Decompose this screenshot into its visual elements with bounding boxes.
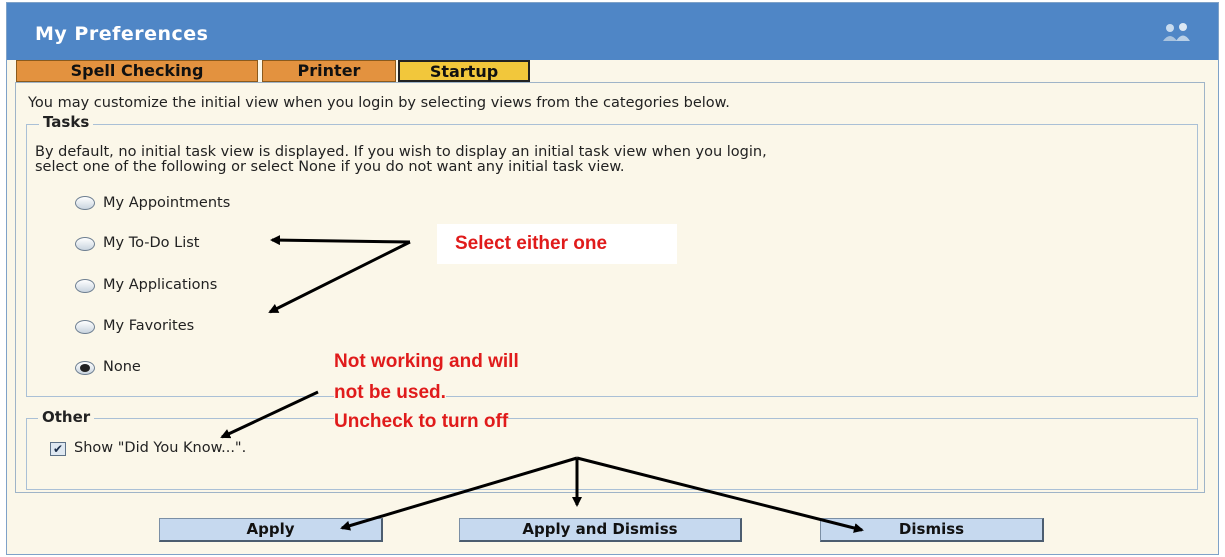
radio-my-to-do-list[interactable] [75,237,95,251]
window-title: My Preferences [35,23,209,45]
radio-my-applications[interactable] [75,279,95,293]
label-my-appointments: My Appointments [103,195,231,211]
label-my-to-do-list: My To-Do List [103,235,200,251]
annotation-note-line2: not be used. [334,382,446,404]
apply-and-dismiss-button[interactable]: Apply and Dismiss [459,518,742,542]
tab-spell-checking[interactable]: Spell Checking [16,60,258,82]
did-you-know-checkbox[interactable]: ✔ [50,442,66,456]
label-my-favorites: My Favorites [103,318,195,334]
select-either-callout: Select either one [437,224,677,264]
tab-startup[interactable]: Startup [398,60,530,82]
dismiss-button[interactable]: Dismiss [820,518,1044,542]
tab-printer[interactable]: Printer [262,60,396,82]
annotation-note-line1: Not working and will [334,351,519,373]
did-you-know-label: Show "Did You Know...". [74,440,247,456]
tasks-description-line2: select one of the following or select No… [35,159,625,175]
intro-text: You may customize the initial view when … [28,95,730,111]
people-icon [1163,23,1190,41]
label-my-applications: My Applications [103,277,218,293]
tasks-description-line1: By default, no initial task view is disp… [35,144,767,160]
radio-selected-dot [80,364,90,372]
tasks-legend: Tasks [39,113,94,131]
other-legend: Other [38,408,95,426]
apply-button[interactable]: Apply [159,518,383,542]
radio-my-favorites[interactable] [75,320,95,334]
title-bar: My Preferences [7,3,1218,60]
radio-my-appointments[interactable] [75,196,95,210]
label-none: None [103,359,141,375]
radio-none[interactable] [75,361,95,375]
annotation-note-line3: Uncheck to turn off [334,411,509,433]
